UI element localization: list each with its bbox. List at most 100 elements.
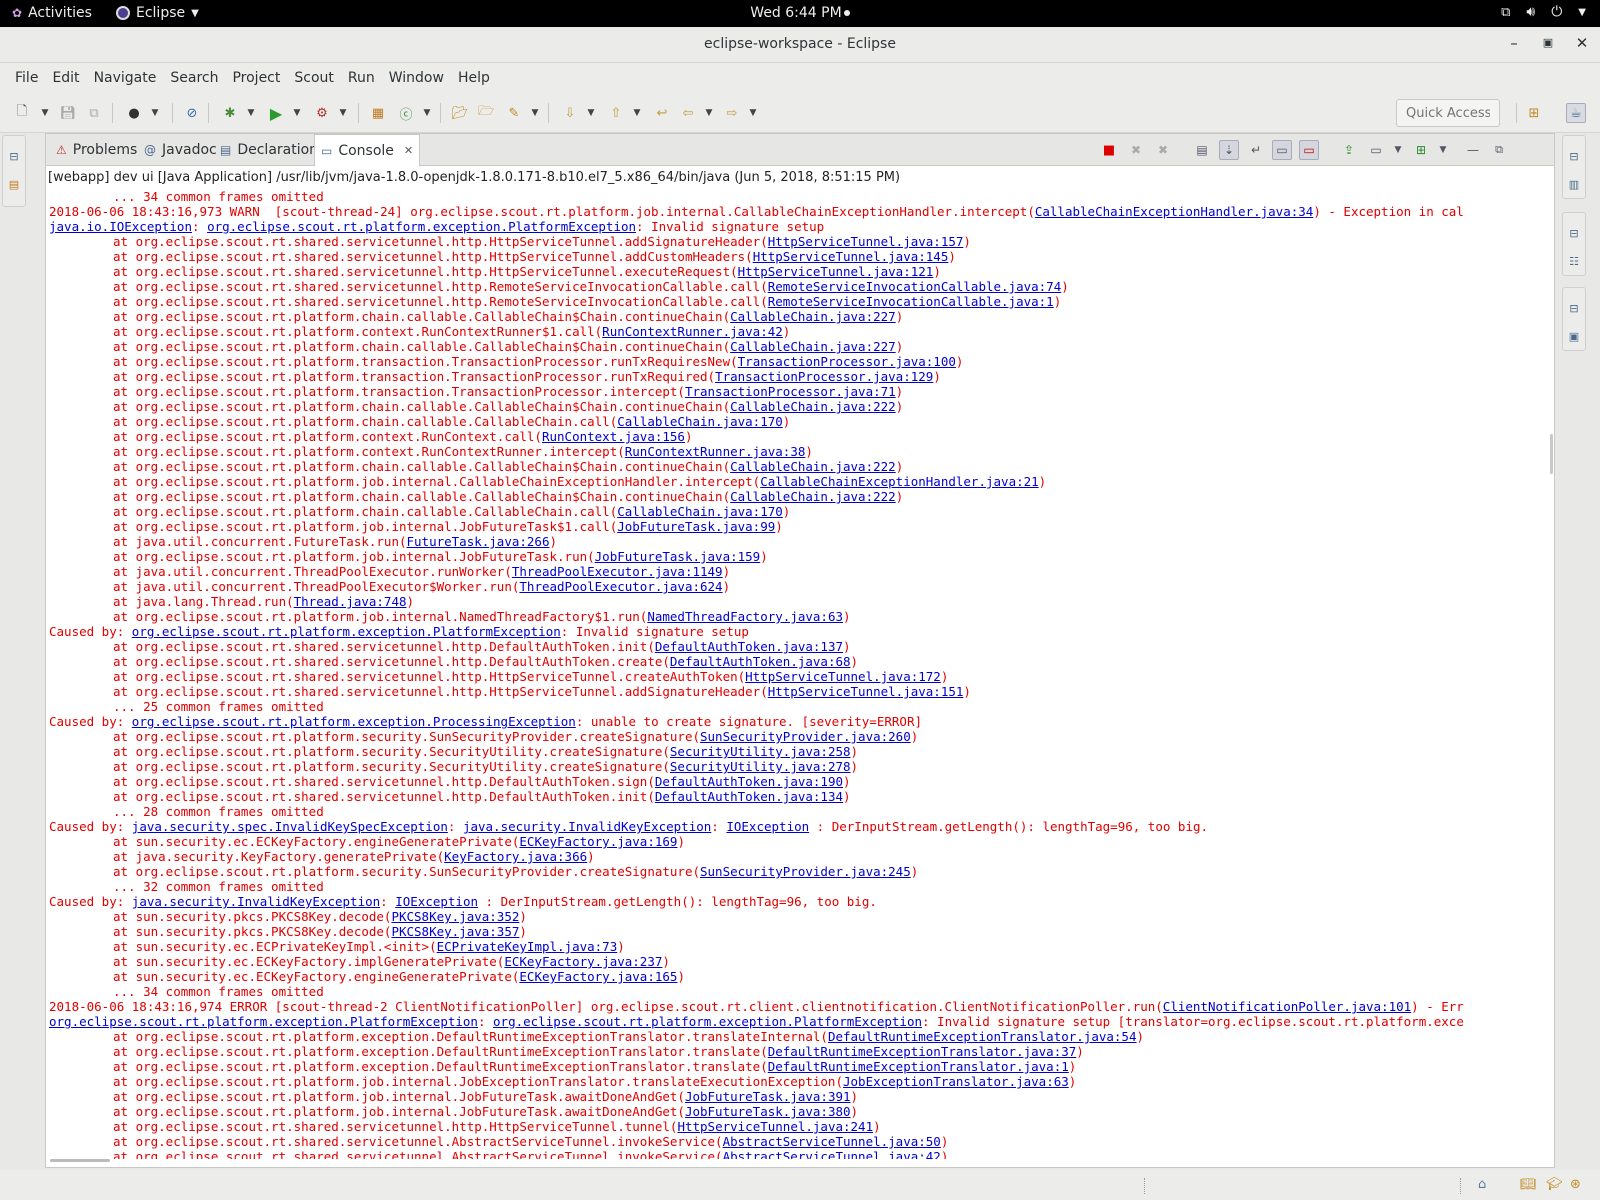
stacktrace-link[interactable]: RemoteServiceInvocationCallable.java:74 bbox=[768, 279, 1062, 294]
menu-edit[interactable]: Edit bbox=[45, 70, 86, 86]
menu-search[interactable]: Search bbox=[163, 70, 225, 86]
stacktrace-link[interactable]: SunSecurityProvider.java:245 bbox=[700, 864, 911, 879]
stacktrace-link[interactable]: CallableChainExceptionHandler.java:21 bbox=[760, 474, 1038, 489]
menu-navigate[interactable]: Navigate bbox=[87, 70, 164, 86]
open-type-icon[interactable]: 📂︎ bbox=[450, 103, 470, 123]
stacktrace-link[interactable]: AbstractServiceTunnel.java:50 bbox=[723, 1134, 941, 1149]
user-dropdown-icon[interactable]: ▼ bbox=[150, 103, 160, 123]
outline-icon[interactable]: ▥ bbox=[1566, 178, 1582, 194]
display-selected-dropdown-icon[interactable]: ▼ bbox=[1388, 140, 1408, 160]
remove-all-terminated-icon[interactable]: ✖ bbox=[1153, 140, 1173, 160]
scroll-lock-icon[interactable]: ⇣ bbox=[1219, 140, 1239, 160]
remove-launch-icon[interactable]: ✖ bbox=[1126, 140, 1146, 160]
terminate-icon[interactable]: ■ bbox=[1099, 140, 1119, 160]
task-list-icon[interactable]: ▣ bbox=[1566, 330, 1582, 346]
save-icon[interactable]: 💾︎ bbox=[58, 103, 78, 123]
volume-icon[interactable]: 🔊︎ bbox=[1526, 4, 1535, 20]
stacktrace-link[interactable]: PKCS8Key.java:357 bbox=[391, 924, 519, 939]
clock[interactable]: Wed 6:44 PM bbox=[750, 5, 850, 21]
run-icon[interactable]: ▶ bbox=[266, 103, 286, 123]
activities-button[interactable]: ✿ Activities bbox=[12, 5, 92, 21]
tab-javadoc[interactable]: @ Javadoc bbox=[138, 134, 223, 166]
stacktrace-link[interactable]: SecurityUtility.java:278 bbox=[670, 759, 851, 774]
stacktrace-link[interactable]: HttpServiceTunnel.java:145 bbox=[753, 249, 949, 264]
stacktrace-link[interactable]: HttpServiceTunnel.java:241 bbox=[677, 1119, 873, 1134]
maximize-view-icon[interactable]: ⧉ bbox=[1489, 140, 1509, 160]
new-icon[interactable]: 🗋 bbox=[12, 103, 32, 123]
stacktrace-link[interactable]: HttpServiceTunnel.java:121 bbox=[738, 264, 934, 279]
network-icon[interactable]: ⧉ bbox=[1501, 5, 1510, 20]
restore-icon[interactable]: ⊟ bbox=[1566, 302, 1582, 318]
stacktrace-link[interactable]: java.security.spec.InvalidKeySpecExcepti… bbox=[132, 819, 448, 834]
previous-annotation-dropdown-icon[interactable]: ▼ bbox=[632, 103, 642, 123]
tab-declaration[interactable]: ▤ Declaration bbox=[214, 134, 324, 166]
next-annotation-dropdown-icon[interactable]: ▼ bbox=[586, 103, 596, 123]
new-class-dropdown-icon[interactable]: ▼ bbox=[422, 103, 432, 123]
close-tab-icon[interactable]: ✕ bbox=[404, 144, 413, 157]
stacktrace-link[interactable]: org.eclipse.scout.rt.platform.exception.… bbox=[132, 714, 576, 729]
stacktrace-link[interactable]: HttpServiceTunnel.java:151 bbox=[768, 684, 964, 699]
package-explorer-icon[interactable]: ▤ bbox=[6, 178, 22, 194]
stacktrace-link[interactable]: DefaultRuntimeExceptionTranslator.java:3… bbox=[768, 1044, 1077, 1059]
stacktrace-link[interactable]: DefaultAuthToken.java:190 bbox=[655, 774, 843, 789]
stacktrace-link[interactable]: CallableChain.java:170 bbox=[617, 504, 783, 519]
maximize-button[interactable]: ▣ bbox=[1537, 36, 1559, 49]
quick-access-input[interactable] bbox=[1396, 99, 1500, 127]
stacktrace-link[interactable]: org.eclipse.scout.rt.platform.exception.… bbox=[207, 219, 636, 234]
last-edit-icon[interactable]: ↩ bbox=[652, 103, 672, 123]
stacktrace-link[interactable]: org.eclipse.scout.rt.platform.exception.… bbox=[132, 624, 561, 639]
stacktrace-link[interactable]: NamedThreadFactory.java:63 bbox=[647, 609, 843, 624]
progress-icon[interactable]: ⌂ bbox=[1478, 1177, 1486, 1192]
horizontal-scrollbar[interactable] bbox=[50, 1159, 1540, 1165]
minimize-button[interactable]: – bbox=[1503, 34, 1525, 52]
show-on-stdout-icon[interactable]: ▭ bbox=[1272, 140, 1292, 160]
open-task-icon[interactable]: 🗁 bbox=[476, 103, 496, 123]
stacktrace-link[interactable]: java.security.InvalidKeyException bbox=[132, 894, 380, 909]
stacktrace-link[interactable]: DefaultAuthToken.java:137 bbox=[655, 639, 843, 654]
stacktrace-link[interactable]: AbstractServiceTunnel.java:42 bbox=[723, 1149, 941, 1159]
stacktrace-link[interactable]: TransactionProcessor.java:129 bbox=[715, 369, 933, 384]
stacktrace-link[interactable]: ThreadPoolExecutor.java:1149 bbox=[512, 564, 723, 579]
stacktrace-link[interactable]: CallableChain.java:222 bbox=[730, 399, 896, 414]
restore-icon[interactable]: ⊟ bbox=[6, 150, 22, 166]
search-dropdown-icon[interactable]: ▼ bbox=[530, 103, 540, 123]
stacktrace-link[interactable]: CallableChain.java:222 bbox=[730, 489, 896, 504]
debug-dropdown-icon[interactable]: ▼ bbox=[246, 103, 256, 123]
chevron-down-icon[interactable]: ▼ bbox=[1578, 7, 1586, 18]
open-console-icon[interactable]: ⊞ bbox=[1411, 140, 1431, 160]
stacktrace-link[interactable]: ECKeyFactory.java:237 bbox=[504, 954, 662, 969]
forward-dropdown-icon[interactable]: ▼ bbox=[748, 103, 758, 123]
stacktrace-link[interactable]: java.io.IOException bbox=[49, 219, 192, 234]
vertical-scrollbar[interactable] bbox=[1550, 434, 1553, 474]
stacktrace-link[interactable]: CallableChainExceptionHandler.java:34 bbox=[1035, 204, 1313, 219]
stacktrace-link[interactable]: SecurityUtility.java:258 bbox=[670, 744, 851, 759]
power-icon[interactable]: ⏻ bbox=[1551, 4, 1562, 20]
stacktrace-link[interactable]: CallableChain.java:227 bbox=[730, 339, 896, 354]
stacktrace-link[interactable]: HttpServiceTunnel.java:172 bbox=[745, 669, 941, 684]
new-class-icon[interactable]: ⓒ bbox=[396, 103, 416, 123]
debug-icon[interactable]: ✱ bbox=[220, 103, 240, 123]
back-dropdown-icon[interactable]: ▼ bbox=[704, 103, 714, 123]
new-package-icon[interactable]: ▦ bbox=[368, 103, 388, 123]
run-dropdown-icon[interactable]: ▼ bbox=[292, 103, 302, 123]
stacktrace-link[interactable]: ClientNotificationPoller.java:101 bbox=[1163, 999, 1411, 1014]
skip-breakpoints-icon[interactable]: ⊘ bbox=[182, 103, 202, 123]
display-selected-console-icon[interactable]: ▭ bbox=[1366, 140, 1386, 160]
restore-icon[interactable]: ⊟ bbox=[1566, 150, 1582, 166]
stacktrace-link[interactable]: CallableChain.java:170 bbox=[617, 414, 783, 429]
stacktrace-link[interactable]: ECKeyFactory.java:169 bbox=[519, 834, 677, 849]
stacktrace-link[interactable]: CallableChain.java:222 bbox=[730, 459, 896, 474]
stacktrace-link[interactable]: DefaultRuntimeExceptionTranslator.java:1 bbox=[768, 1059, 1069, 1074]
stacktrace-link[interactable]: DefaultRuntimeExceptionTranslator.java:5… bbox=[828, 1029, 1137, 1044]
stacktrace-link[interactable]: JobFutureTask.java:159 bbox=[595, 549, 761, 564]
stacktrace-link[interactable]: JobExceptionTranslator.java:63 bbox=[843, 1074, 1069, 1089]
stacktrace-link[interactable]: TransactionProcessor.java:71 bbox=[685, 384, 896, 399]
stacktrace-link[interactable]: JobFutureTask.java:99 bbox=[617, 519, 775, 534]
open-console-dropdown-icon[interactable]: ▼ bbox=[1433, 140, 1453, 160]
book-icon[interactable]: 📖︎ bbox=[1520, 1177, 1537, 1192]
minimize-view-icon[interactable]: — bbox=[1463, 140, 1483, 160]
external-tools-dropdown-icon[interactable]: ▼ bbox=[338, 103, 348, 123]
menu-help[interactable]: Help bbox=[451, 70, 497, 86]
stacktrace-link[interactable]: RunContext.java:156 bbox=[542, 429, 685, 444]
user-icon[interactable]: ● bbox=[124, 103, 144, 123]
